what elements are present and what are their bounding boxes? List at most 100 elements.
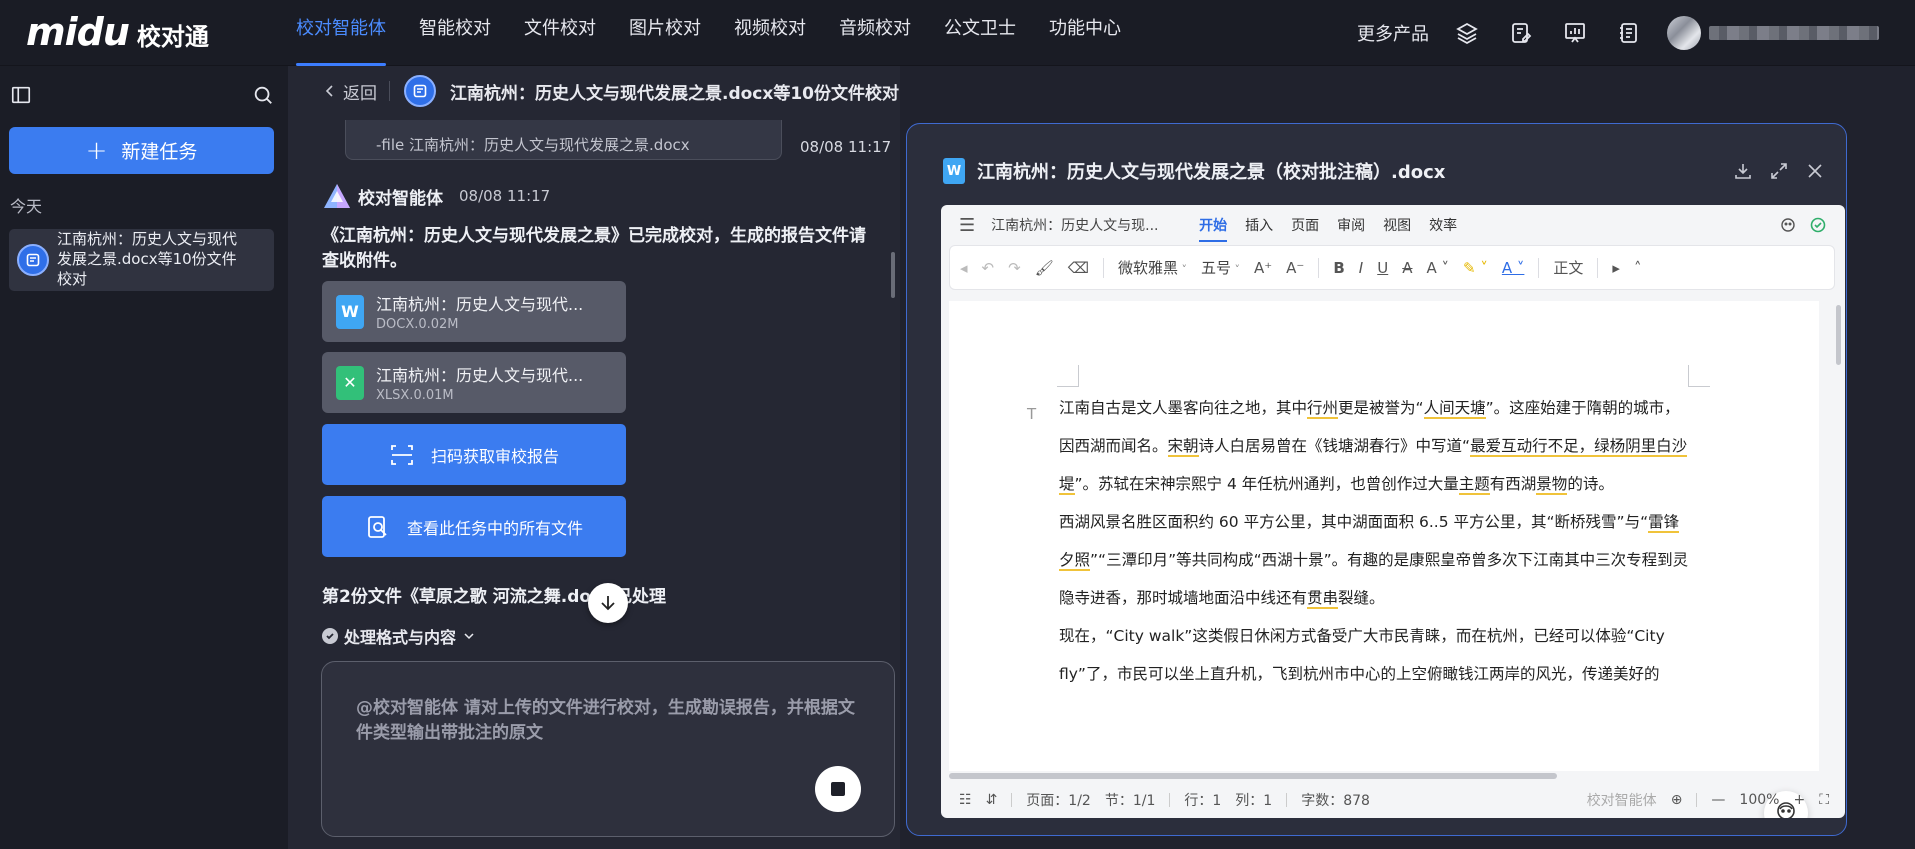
menu-icon[interactable]: ☰ — [959, 215, 975, 236]
document-paragraph[interactable]: 江南自古是文人墨客向往之地，其中行州更是被誉为“人间天塘”。这座始建于隋朝的城市… — [1059, 389, 1689, 503]
sync-status-icon[interactable] — [1809, 216, 1827, 234]
presentation-chart-icon[interactable] — [1559, 17, 1591, 49]
strikethrough-icon[interactable]: A — [1402, 259, 1412, 277]
proofread-mark[interactable]: 贯串 — [1307, 589, 1339, 609]
conversation-header: 返回 江南杭州：历史人文与现代发展之景.docx等10份文件校对 — [288, 66, 900, 116]
more-right-icon[interactable]: ▸ — [1612, 259, 1620, 277]
font-size-select[interactable]: 五号 — [1201, 257, 1240, 278]
close-icon[interactable] — [1804, 160, 1826, 182]
arrow-down-icon — [601, 596, 615, 611]
nav-item-audio-proofread[interactable]: 音频校对 — [839, 0, 911, 66]
tab-page[interactable]: 页面 — [1291, 215, 1319, 235]
nav-item-document-guard[interactable]: 公文卫士 — [944, 0, 1016, 66]
underline-icon[interactable]: U — [1377, 259, 1388, 277]
font-color-icon[interactable]: A ˅ — [1502, 259, 1525, 277]
attachment-name: 江南杭州：历史人文与现代... — [376, 366, 584, 385]
bold-icon[interactable]: B — [1333, 259, 1344, 277]
undo-icon[interactable]: ↶ — [982, 259, 995, 277]
attachment-size: XLSX.0.01M — [376, 388, 454, 403]
decrease-font-icon[interactable]: A⁻ — [1286, 259, 1304, 277]
document-page[interactable]: T 江南自古是文人墨客向往之地，其中行州更是被誉为“人间天塘”。这座始建于隋朝的… — [949, 301, 1819, 818]
proofread-mark[interactable]: 人间天塘 — [1423, 399, 1486, 419]
nav-item-image-proofread[interactable]: 图片校对 — [629, 0, 701, 66]
zoom-in-icon[interactable]: + — [1793, 792, 1805, 808]
message-input[interactable]: @校对智能体 请对上传的文件进行校对，生成勘误报告，并根据文件类型输出带批注的原… — [321, 661, 895, 837]
zoom-out-icon[interactable]: — — [1711, 792, 1725, 808]
logo-word: midu — [26, 10, 130, 54]
document-vertical-scrollbar[interactable] — [1836, 305, 1841, 365]
chevron-up-icon[interactable]: ˄ — [1634, 259, 1642, 277]
text-marker-icon: T — [1027, 405, 1037, 423]
nav-item-smart-proofread[interactable]: 智能校对 — [419, 0, 491, 66]
nav-item-feature-center[interactable]: 功能中心 — [1049, 0, 1121, 66]
sidebar-toggle-icon[interactable] — [10, 84, 32, 110]
back-button[interactable]: 返回 — [323, 79, 377, 104]
proofread-mark[interactable]: 最爱互动行不足，绿杨阴里白沙堤 — [1059, 437, 1688, 495]
outline-icon[interactable]: ☷ — [959, 792, 972, 808]
col-indicator: 列：1 — [1235, 793, 1273, 809]
nav-item-proofread-agent[interactable]: 校对智能体 — [296, 0, 386, 66]
attachment-xlsx[interactable]: ✕ 江南杭州：历史人文与现代... XLSX.0.01M — [322, 352, 626, 413]
new-task-button[interactable]: + 新建任务 — [9, 127, 274, 174]
format-painter-icon[interactable]: 🖌 — [1035, 259, 1054, 277]
redo-icon[interactable]: ↷ — [1008, 259, 1021, 277]
italic-icon[interactable]: I — [1359, 259, 1363, 277]
notes-icon[interactable] — [1613, 17, 1645, 49]
layers-icon[interactable] — [1451, 17, 1483, 49]
document-paragraph[interactable]: 现在，“City walk”这类假日休闲方式备受广大市民青睐，而在杭州，已经可以… — [1059, 617, 1689, 693]
scroll-to-bottom-button[interactable] — [588, 583, 628, 623]
tab-view[interactable]: 视图 — [1383, 215, 1411, 235]
word-file-icon: W — [336, 294, 364, 329]
paragraph-style-select[interactable]: 正文 — [1553, 257, 1583, 278]
nav-item-file-proofread[interactable]: 文件校对 — [524, 0, 596, 66]
download-icon[interactable] — [1732, 160, 1754, 182]
check-icon — [322, 628, 338, 644]
proofread-mark[interactable]: 景物 — [1536, 475, 1568, 495]
view-all-files-button[interactable]: 查看此任务中的所有文件 — [322, 496, 626, 557]
more-products-link[interactable]: 更多产品 — [1357, 20, 1429, 46]
task-title: 江南杭州：历史人文与现代发展之景.docx等10份文件校对 — [450, 83, 900, 104]
fit-page-icon[interactable]: ⛶ — [1819, 792, 1829, 808]
language-icon[interactable]: ⊕ — [1671, 792, 1683, 808]
increase-font-icon[interactable]: A⁺ — [1254, 259, 1272, 277]
search-icon[interactable] — [252, 84, 274, 110]
document-paragraph[interactable]: 西湖风景名胜区面积约 60 平方公里，其中湖面面积 6..5 平方公里，其“断桥… — [1059, 503, 1689, 617]
assistant-face-icon[interactable] — [1779, 216, 1797, 234]
scan-report-button[interactable]: 扫码获取审校报告 — [322, 424, 626, 485]
status-bar: ☷ ⇵ 页面：1/2 节：1/1 行：1 列：1 字数：878 校对智能体 ⊕ … — [941, 782, 1845, 818]
word-count[interactable]: 字数：878 — [1301, 790, 1370, 810]
tab-insert[interactable]: 插入 — [1245, 215, 1273, 235]
eraser-icon[interactable]: ⌫ — [1068, 259, 1089, 277]
text-effect-icon[interactable]: A ˅ — [1426, 259, 1449, 277]
document-horizontal-scrollbar[interactable] — [949, 773, 1557, 779]
username-blurred[interactable] — [1709, 26, 1879, 40]
nav-item-video-proofread[interactable]: 视频校对 — [734, 0, 806, 66]
page-nav-icon[interactable]: ⇵ — [986, 792, 998, 808]
top-navigation-bar: midu 校对通 校对智能体 智能校对 文件校对 图片校对 视频校对 音频校对 … — [0, 0, 1915, 66]
attachment-docx[interactable]: W 江南杭州：历史人文与现代... DOCX.0.02M — [322, 281, 626, 342]
tab-review[interactable]: 审阅 — [1337, 215, 1365, 235]
tab-home[interactable]: 开始 — [1199, 215, 1228, 242]
edit-document-icon[interactable] — [1505, 17, 1537, 49]
brand-logo[interactable]: midu 校对通 — [26, 10, 209, 54]
proofread-mark[interactable]: 行州 — [1307, 399, 1339, 419]
collapse-left-icon[interactable]: ◂ — [960, 259, 968, 277]
plus-icon: + — [85, 135, 108, 166]
stop-generation-button[interactable] — [815, 766, 861, 812]
page-indicator[interactable]: 页面：1/2 — [1026, 790, 1091, 810]
proofread-mark[interactable]: 宋朝 — [1167, 437, 1199, 457]
conversation-scrollbar[interactable] — [891, 252, 895, 298]
expand-icon[interactable] — [1768, 160, 1790, 182]
zoom-level[interactable]: 100% — [1739, 792, 1779, 808]
proofread-mark[interactable]: 主题 — [1458, 475, 1490, 495]
stop-icon — [831, 782, 845, 796]
tab-efficiency[interactable]: 效率 — [1429, 215, 1457, 235]
process-toggle[interactable]: 处理格式与内容 — [322, 624, 476, 648]
user-message-time: 08/08 11:17 — [800, 138, 892, 156]
document-body[interactable]: 江南自古是文人墨客向往之地，其中行州更是被誉为“人间天塘”。这座始建于隋朝的城市… — [1059, 389, 1689, 693]
font-family-select[interactable]: 微软雅黑 — [1118, 257, 1187, 278]
highlight-icon[interactable]: ✎ ˅ — [1463, 259, 1488, 277]
proofread-mark[interactable]: 雷锋夕照 — [1059, 513, 1680, 571]
user-avatar[interactable] — [1667, 16, 1701, 50]
history-item[interactable]: 江南杭州：历史人文与现代发展之景.docx等10份文件校对 — [9, 229, 274, 291]
